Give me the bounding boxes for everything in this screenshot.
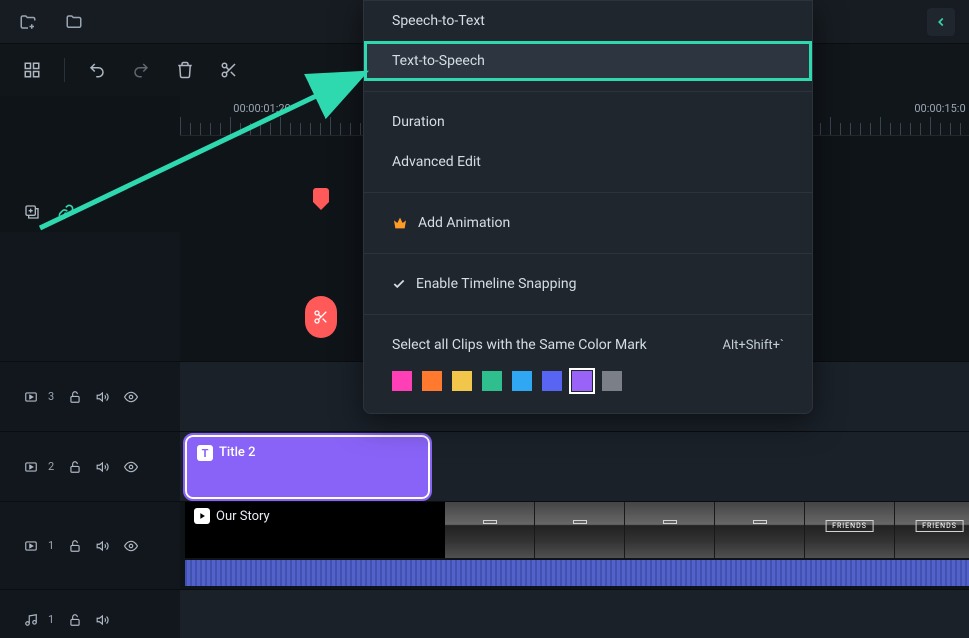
redo-button[interactable]: [123, 52, 159, 88]
track-visibility-toggle[interactable]: [124, 460, 138, 474]
undo-icon: [88, 61, 106, 79]
menu-separator: [364, 253, 812, 254]
scissors-icon: [220, 61, 238, 79]
color-swatch[interactable]: [512, 371, 532, 391]
menu-shortcut: Alt+Shift+`: [723, 338, 784, 353]
audio-waveform[interactable]: [185, 560, 969, 586]
color-swatch[interactable]: [452, 371, 472, 391]
new-media-button[interactable]: [14, 8, 42, 36]
scissors-icon: [313, 309, 329, 325]
color-swatch[interactable]: [602, 371, 622, 391]
collapse-panel-button[interactable]: [927, 8, 955, 36]
track-mute-toggle[interactable]: [96, 390, 110, 404]
menu-enable-snapping[interactable]: Enable Timeline Snapping: [364, 264, 812, 304]
playhead-handle[interactable]: [313, 188, 329, 202]
color-swatch[interactable]: [392, 371, 412, 391]
clip-label: Our Story: [216, 509, 270, 524]
undo-button[interactable]: [79, 52, 115, 88]
check-icon: [392, 277, 406, 291]
menu-duration[interactable]: Duration: [364, 102, 812, 142]
track-visibility-toggle[interactable]: [124, 390, 138, 404]
menu-add-animation[interactable]: Add Animation: [364, 203, 812, 243]
clip-label: Title 2: [219, 445, 255, 460]
delete-button[interactable]: [167, 52, 203, 88]
menu-text-to-speech[interactable]: Text-to-Speech: [364, 41, 812, 81]
title-icon: T: [197, 445, 213, 461]
menu-advanced-edit[interactable]: Advanced Edit: [364, 142, 812, 182]
crown-icon: [392, 215, 408, 231]
chevron-left-icon: [934, 15, 948, 29]
track-mute-toggle[interactable]: [96, 539, 110, 553]
ruler-time-2: 00:00:15:0: [914, 102, 965, 115]
track-number: 2: [48, 460, 54, 473]
folder-icon: [65, 13, 83, 31]
menu-separator: [364, 91, 812, 92]
ruler-time-1: 00:00:01:20: [233, 102, 290, 115]
track-lock-toggle[interactable]: [68, 539, 82, 553]
track-mute-toggle[interactable]: [96, 460, 110, 474]
trash-icon: [176, 61, 194, 79]
menu-speech-to-text[interactable]: Speech-to-Text: [364, 1, 812, 41]
split-at-playhead-button[interactable]: [305, 296, 337, 338]
redo-icon: [132, 61, 150, 79]
link-icon: [58, 204, 74, 220]
video-clip[interactable]: Our Story FRIENDS FRIENDS: [185, 502, 969, 558]
video-thumbnails: FRIENDS FRIENDS: [445, 502, 969, 558]
color-swatch[interactable]: [572, 371, 592, 391]
color-swatch[interactable]: [542, 371, 562, 391]
track-visibility-toggle[interactable]: [124, 539, 138, 553]
track-lock-toggle[interactable]: [68, 390, 82, 404]
color-mark-row: [364, 365, 812, 397]
track-type-audio: [24, 613, 38, 627]
split-button[interactable]: [211, 52, 247, 88]
track-lock-toggle[interactable]: [68, 613, 82, 627]
play-icon: [194, 508, 210, 524]
add-track-button[interactable]: [24, 204, 40, 220]
color-swatch[interactable]: [422, 371, 442, 391]
menu-separator: [364, 192, 812, 193]
grid-view-button[interactable]: [14, 52, 50, 88]
color-swatch[interactable]: [482, 371, 502, 391]
add-square-icon: [24, 204, 40, 220]
folder-plus-icon: [19, 13, 37, 31]
grid-icon: [23, 61, 41, 79]
title-clip[interactable]: T Title 2: [185, 435, 430, 499]
open-folder-button[interactable]: [60, 8, 88, 36]
menu-separator: [364, 314, 812, 315]
context-menu: Speech-to-Text Text-to-Speech Duration A…: [363, 0, 813, 414]
track-lock-toggle[interactable]: [68, 460, 82, 474]
track-type-video: [24, 539, 38, 553]
track-number: 1: [48, 613, 54, 626]
track-number: 3: [48, 390, 54, 403]
track-mute-toggle[interactable]: [96, 613, 110, 627]
track-type-video: [24, 460, 38, 474]
divider: [64, 58, 65, 82]
menu-select-same-color-mark[interactable]: Select all Clips with the Same Color Mar…: [364, 325, 812, 365]
track-type-video: [24, 390, 38, 404]
link-toggle[interactable]: [58, 204, 74, 220]
track-number: 1: [48, 539, 54, 552]
